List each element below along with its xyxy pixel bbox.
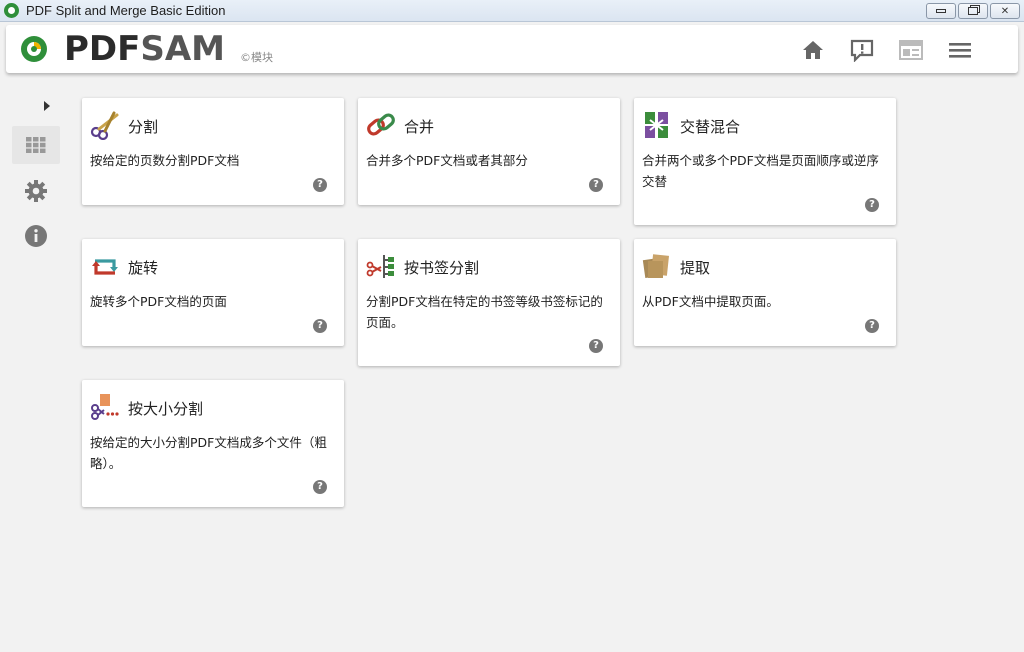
- alternate-mix-icon: [645, 112, 668, 138]
- menu-icon[interactable]: [947, 38, 973, 62]
- help-icon[interactable]: ?: [313, 480, 327, 494]
- help-icon[interactable]: ?: [589, 339, 603, 353]
- sidebar-item-modules[interactable]: [12, 126, 60, 164]
- split-by-size-icon: [91, 394, 119, 420]
- rotate-icon: [92, 259, 118, 275]
- module-title: 合并: [404, 118, 435, 136]
- close-icon: ✕: [1000, 5, 1010, 17]
- module-description: 分割PDF文档在特定的书签等级书签标记的页面。: [366, 294, 603, 330]
- minimize-icon: [936, 9, 946, 13]
- home-icon[interactable]: [800, 38, 826, 62]
- module-title: 分割: [128, 118, 159, 136]
- module-card-extract[interactable]: 提取 从PDF文档中提取页面。 ?: [634, 239, 896, 346]
- module-title: 按大小分割: [128, 400, 204, 418]
- module-description: 从PDF文档中提取页面。: [642, 294, 779, 309]
- module-card-split-by-size[interactable]: 按大小分割 按给定的大小分割PDF文档成多个文件（粗略）。 ?: [82, 380, 344, 507]
- help-icon[interactable]: ?: [865, 198, 879, 212]
- pdfsam-logo-icon: [21, 36, 47, 62]
- sidebar-item-info[interactable]: [12, 217, 60, 255]
- module-card-split[interactable]: 分割 按给定的页数分割PDF文档 ?: [82, 98, 344, 205]
- news-icon[interactable]: [898, 38, 924, 62]
- close-button[interactable]: ✕: [990, 3, 1020, 19]
- module-description: 合并两个或多个PDF文档是页面顺序或逆序交替: [642, 153, 879, 189]
- app-header: PDFSAM ©模块: [6, 25, 1018, 73]
- help-icon[interactable]: ?: [313, 319, 327, 333]
- logo-pdf: PDF: [64, 29, 141, 69]
- chain-link-icon: [367, 113, 395, 136]
- sidebar-expand-arrow-icon[interactable]: [44, 101, 50, 111]
- window-title: PDF Split and Merge Basic Edition: [26, 3, 226, 18]
- module-title: 提取: [680, 259, 711, 277]
- module-card-alternate-mix[interactable]: 交替混合 合并两个或多个PDF文档是页面顺序或逆序交替 ?: [634, 98, 896, 225]
- module-description: 按给定的大小分割PDF文档成多个文件（粗略）。: [90, 435, 327, 471]
- logo-sam: SAM: [140, 29, 226, 69]
- grid-icon: [26, 137, 46, 153]
- maximize-button[interactable]: [958, 3, 988, 19]
- module-title: 按书签分割: [404, 259, 480, 277]
- bookmark-tree-icon: [366, 255, 394, 278]
- module-description: 合并多个PDF文档或者其部分: [366, 153, 528, 168]
- minimize-button[interactable]: [926, 3, 956, 19]
- help-icon[interactable]: ?: [865, 319, 879, 333]
- module-card-merge[interactable]: 合并 合并多个PDF文档或者其部分 ?: [358, 98, 620, 205]
- logo-subtitle: ©模块: [240, 51, 273, 64]
- scissors-icon: [90, 111, 119, 140]
- gear-icon: [25, 180, 47, 202]
- help-icon[interactable]: ?: [589, 178, 603, 192]
- feedback-icon[interactable]: [849, 38, 875, 62]
- module-title: 旋转: [128, 259, 159, 277]
- module-description: 旋转多个PDF文档的页面: [90, 294, 227, 309]
- sidebar-item-settings[interactable]: [12, 172, 60, 210]
- module-description: 按给定的页数分割PDF文档: [90, 153, 240, 168]
- module-title: 交替混合: [680, 118, 741, 136]
- info-icon: [25, 225, 47, 247]
- app-icon: [4, 3, 19, 18]
- logo-text: PDFSAM: [64, 29, 225, 69]
- window-titlebar: PDF Split and Merge Basic Edition ✕: [0, 0, 1024, 22]
- module-card-rotate[interactable]: 旋转 旋转多个PDF文档的页面 ?: [82, 239, 344, 346]
- restore-icon: [968, 7, 978, 15]
- extract-pages-icon: [642, 254, 670, 279]
- help-icon[interactable]: ?: [313, 178, 327, 192]
- module-card-split-by-bookmarks[interactable]: 按书签分割 分割PDF文档在特定的书签等级书签标记的页面。 ?: [358, 239, 620, 366]
